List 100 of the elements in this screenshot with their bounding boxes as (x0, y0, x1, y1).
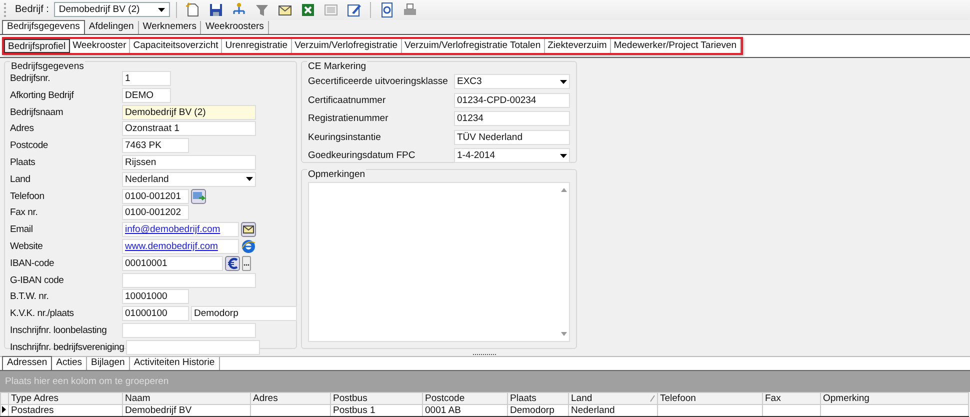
print-icon[interactable] (402, 2, 418, 18)
tab[interactable]: Afdelingen (84, 20, 139, 34)
tab[interactable]: Ziekteverzuim (544, 38, 611, 53)
tab[interactable]: Adressen (2, 356, 52, 370)
field-label: Fax nr. (10, 207, 39, 218)
input-field[interactable]: Ozonstraat 1 (122, 121, 256, 136)
column-header[interactable]: Opmerking (820, 392, 968, 404)
column-header[interactable]: Plaats (508, 392, 568, 404)
more-button[interactable] (242, 256, 251, 271)
field-label: Bedrijfsnr. (10, 73, 52, 84)
new-document-icon[interactable] (184, 2, 201, 18)
splitter-handle[interactable] (473, 352, 497, 356)
input-field[interactable] (122, 323, 256, 338)
caret-icon (560, 80, 567, 84)
column-header[interactable]: Telefoon (658, 392, 762, 404)
tab[interactable]: Urenregistratie (222, 38, 292, 53)
input-field[interactable]: 1 (122, 71, 171, 86)
company-label: Bedrijf : (15, 4, 49, 16)
input-field[interactable]: Demobedrijf BV (2) (122, 104, 256, 120)
tab[interactable]: Weekrooster (70, 38, 130, 53)
tab[interactable]: Capaciteitsoverzicht (130, 38, 222, 53)
field-label: Website (10, 241, 44, 252)
spreadsheet-icon[interactable] (300, 2, 316, 18)
caret-icon (560, 154, 567, 158)
scroll-up-icon[interactable] (561, 188, 567, 192)
input-field[interactable]: info@demobedrijf.com (122, 222, 239, 238)
dropdown[interactable]: 1-4-2014 (454, 148, 570, 164)
mail-icon[interactable] (241, 222, 256, 238)
input-field[interactable]: TÜV Nederland (454, 130, 570, 145)
tab[interactable]: Acties (52, 356, 88, 370)
input-field[interactable]: www.demobedrijf.com (122, 239, 239, 254)
field-label: Certificaatnummer (308, 94, 386, 106)
table-cell: Postbus 1 (330, 404, 422, 416)
group-hint: Plaats hier een kolom om te groeperen (5, 376, 169, 387)
browser-icon[interactable] (241, 239, 256, 254)
tab[interactable]: Activiteiten Historie (130, 356, 220, 370)
input-field[interactable]: 01234 (454, 111, 570, 126)
edit-icon[interactable] (346, 2, 362, 18)
company-dropdown[interactable]: Demobedrijf BV (2) (54, 2, 170, 18)
field-label: Goedkeuringsdatum FPC (308, 150, 416, 162)
tab[interactable]: Medewerker/Project Tarieven (610, 38, 741, 53)
field-label: B.T.W. nr. (10, 291, 50, 302)
field-label: IBAN-code (10, 258, 56, 269)
dropdown[interactable]: EXC3 (454, 74, 570, 90)
field-label: Land (10, 174, 32, 185)
link[interactable]: info@demobedrijf.com (125, 224, 220, 236)
tab[interactable]: Verzuim/Verlofregistratie (292, 38, 402, 53)
field-label: Email (10, 224, 34, 236)
link[interactable]: www.demobedrijf.com (125, 241, 218, 252)
field-label: Gecertificeerde uitvoeringsklasse (308, 76, 448, 88)
tab[interactable]: Bijlagen (87, 356, 130, 370)
tab[interactable]: Weekroosters (201, 20, 269, 34)
table-cell: Demodorp (508, 404, 568, 416)
input-field[interactable]: 00010001 (122, 256, 223, 271)
scroll-down-icon[interactable] (561, 332, 567, 336)
section-title: Bedrijfsgegevens (10, 60, 85, 72)
field-label: G-IBAN code (10, 274, 65, 286)
input-field[interactable]: 0100-001201 (122, 188, 189, 204)
table-cell (762, 404, 820, 416)
table-cell: Postadres (8, 404, 122, 416)
tab[interactable]: Bedrijfsprofiel (4, 38, 70, 53)
input-field[interactable]: 01234-CPD-00234 (454, 92, 570, 108)
input-field[interactable]: 7463 PK (122, 138, 189, 154)
dropdown[interactable]: Nederland (122, 172, 256, 187)
input-field[interactable] (122, 272, 256, 288)
table-cell: 0001 AB (422, 404, 508, 416)
input-field[interactable]: 01000100 (122, 306, 189, 322)
column-header[interactable]: Adres (250, 392, 330, 404)
section-title: Opmerkingen (307, 168, 366, 180)
caret-icon (246, 177, 253, 182)
input-field[interactable]: 0100-001202 (122, 205, 189, 220)
input-field[interactable] (126, 340, 260, 355)
input-field[interactable]: Rijssen (122, 155, 256, 170)
column-header[interactable]: Naam (122, 392, 250, 404)
field-label: Afkorting Bedrijf (10, 90, 75, 101)
field-label: Plaats (10, 157, 36, 168)
remarks-field[interactable] (308, 182, 570, 342)
input-field[interactable]: DEMO (122, 88, 171, 103)
column-header[interactable]: Postbus (330, 392, 422, 404)
column-header[interactable]: Type Adres (8, 392, 122, 404)
tab[interactable]: Verzuim/Verlofregistratie Totalen (402, 38, 545, 53)
tab[interactable]: Werknemers (138, 20, 202, 34)
phone-dial-icon[interactable] (191, 188, 206, 204)
caret-icon (158, 8, 165, 12)
column-header[interactable]: Land (568, 392, 658, 404)
field-label: Inschrijfnr. bedrijfsvereniging (10, 342, 124, 353)
input-field[interactable]: Demodorp (191, 306, 297, 322)
tab[interactable]: Bedrijfsgegevens (2, 20, 85, 34)
euro-icon[interactable] (225, 256, 240, 271)
preview-icon[interactable] (378, 2, 395, 18)
column-header[interactable]: Fax (762, 392, 820, 404)
input-field[interactable]: 10001000 (122, 289, 189, 304)
field-label: Inschrijfnr. loonbelasting (10, 325, 108, 336)
table-cell: Demobedrijf BV (122, 404, 250, 416)
column-header[interactable]: Postcode (422, 392, 508, 404)
field-label: Adres (10, 123, 35, 134)
save-icon[interactable] (208, 2, 224, 18)
field-label: Bedrijfsnaam (10, 106, 64, 118)
field-label: Telefoon (10, 190, 46, 202)
table-cell: Nederland (568, 404, 658, 416)
